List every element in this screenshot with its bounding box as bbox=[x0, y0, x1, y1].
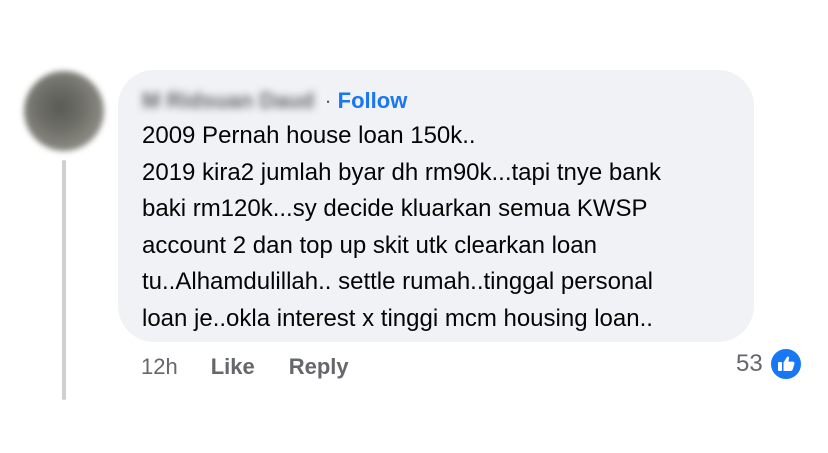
comment-bubble: M Ridsuan Daud · Follow 2009 Pernah hous… bbox=[118, 70, 754, 342]
author-name[interactable]: M Ridsuan Daud bbox=[142, 88, 314, 114]
timestamp[interactable]: 12h bbox=[141, 354, 178, 380]
thread-line bbox=[62, 160, 66, 400]
thumbs-up-icon bbox=[768, 347, 803, 381]
separator-dot: · bbox=[324, 88, 332, 113]
comment-actions: 12h Like Reply bbox=[141, 351, 349, 383]
comment-thread: M Ridsuan Daud · Follow 2009 Pernah hous… bbox=[0, 0, 828, 453]
reaction-summary[interactable]: 53 bbox=[736, 346, 803, 382]
avatar[interactable] bbox=[24, 71, 104, 151]
comment-line: 2019 kira2 jumlah byar dh rm90k...tapi t… bbox=[142, 158, 661, 186]
comment-line: tu..Alhamdulillah.. settle rumah..tingga… bbox=[142, 268, 653, 296]
comment-line: 2009 Pernah house loan 150k.. bbox=[142, 122, 476, 149]
comment-line: account 2 dan top up skit utk clearkan l… bbox=[142, 231, 597, 259]
follow-button[interactable]: Follow bbox=[338, 88, 408, 114]
like-button[interactable]: Like bbox=[211, 354, 255, 380]
reaction-count: 53 bbox=[736, 350, 763, 377]
comment-line: baki rm120k...sy decide kluarkan semua K… bbox=[142, 195, 648, 223]
comment-header: M Ridsuan Daud · Follow bbox=[142, 86, 730, 116]
comment-text: 2009 Pernah house loan 150k.. 2019 kira2… bbox=[142, 118, 730, 338]
comment-line: loan je..okla interest x tinggi mcm hous… bbox=[142, 304, 653, 332]
reply-button[interactable]: Reply bbox=[289, 354, 349, 380]
